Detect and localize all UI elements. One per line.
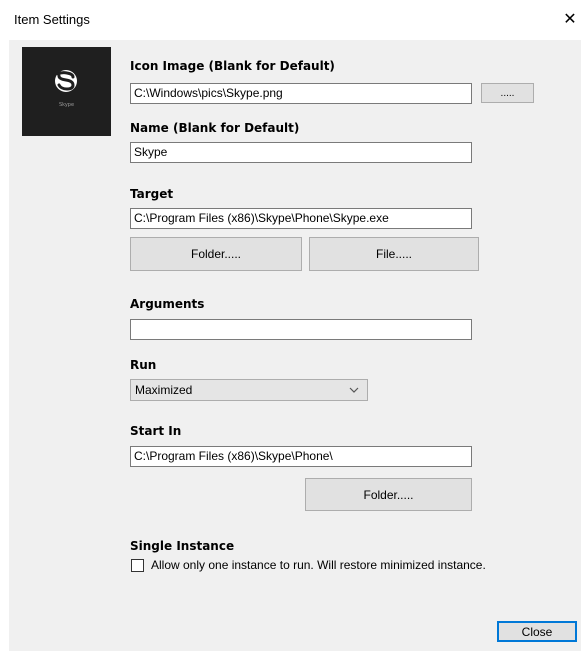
start-in-folder-button[interactable]: Folder.....	[305, 478, 472, 511]
window-title: Item Settings	[14, 12, 90, 27]
start-in-label: Start In	[130, 424, 182, 438]
run-label: Run	[130, 358, 157, 372]
target-label: Target	[130, 187, 174, 201]
icon-image-label: Icon Image (Blank for Default)	[130, 59, 335, 73]
icon-image-input[interactable]: C:\Windows\pics\Skype.png	[130, 83, 472, 104]
single-instance-checkbox[interactable]	[131, 559, 144, 572]
single-instance-checkbox-label[interactable]: Allow only one instance to run. Will res…	[151, 558, 486, 572]
arguments-label: Arguments	[130, 297, 205, 311]
target-file-button[interactable]: File.....	[309, 237, 479, 271]
close-icon[interactable]: ✕	[560, 8, 580, 32]
run-selected-value: Maximized	[135, 383, 193, 397]
close-button[interactable]: Close	[497, 621, 577, 642]
target-folder-button[interactable]: Folder.....	[130, 237, 302, 271]
run-select[interactable]: Maximized	[130, 379, 368, 401]
start-in-input[interactable]: C:\Program Files (x86)\Skype\Phone\	[130, 446, 472, 467]
chevron-down-icon	[349, 380, 359, 408]
single-instance-label: Single Instance	[130, 539, 235, 553]
icon-image-browse-button[interactable]: .....	[481, 83, 534, 103]
title-bar: Item Settings ✕	[0, 0, 581, 40]
name-input[interactable]: Skype	[130, 142, 472, 163]
preview-caption: Skype	[58, 102, 75, 108]
dialog-body: Skype Icon Image (Blank for Default) C:\…	[9, 40, 581, 651]
arguments-input[interactable]	[130, 319, 472, 340]
name-label: Name (Blank for Default)	[130, 121, 300, 135]
icon-preview: Skype	[22, 47, 111, 136]
skype-icon	[55, 70, 77, 92]
target-input[interactable]: C:\Program Files (x86)\Skype\Phone\Skype…	[130, 208, 472, 229]
